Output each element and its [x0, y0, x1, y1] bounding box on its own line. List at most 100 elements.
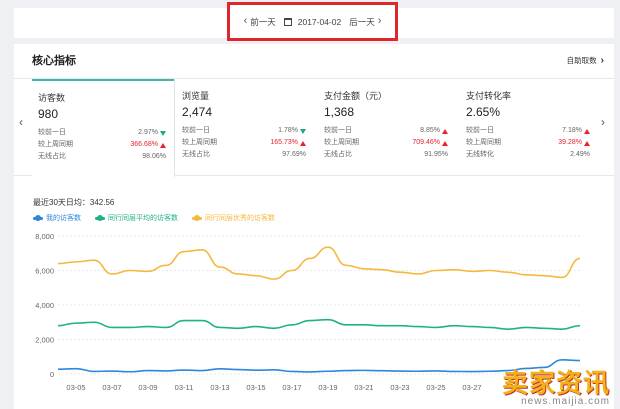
legend-marker-icon [192, 215, 202, 221]
metric-row: 无线占比 97.69% [182, 149, 306, 161]
row-label: 较上周同期 [182, 139, 217, 146]
legend-label: 我的访客数 [46, 215, 81, 222]
metric-row: 较前一日 8.85% [324, 125, 448, 137]
row-label: 无线占比 [182, 151, 210, 158]
date-picker[interactable]: 2017-04-02 [283, 16, 342, 27]
legend-label: 同行同层平均的访客数 [108, 215, 178, 222]
next-day-label: 后一天 [349, 16, 375, 27]
chart-legend: 我的访客数 同行同层平均的访客数 同行同层优秀的访客数 [33, 213, 275, 223]
row-value: 366.68% [130, 141, 158, 148]
next-day-button[interactable]: 后一天 › [349, 16, 381, 28]
metric-row: 较上周同期 709.46% [324, 137, 448, 149]
x-tick-label: 03-09 [138, 383, 157, 392]
legend-item-my-visitors[interactable]: 我的访客数 [33, 213, 81, 223]
row-value: 2.97% [138, 129, 158, 136]
series-line-2[interactable] [57, 246, 581, 280]
metric-card-conversion-rate[interactable]: 支付转化率 2.65% 较前一日 7.18% 较上周同期 39.28% 无线转化 2.… [460, 79, 598, 177]
row-value: 98.06% [142, 153, 166, 160]
metric-row: 较上周同期 165.73% [182, 137, 306, 149]
arrow-up-icon [442, 128, 448, 134]
metric-value: 2,474 [182, 105, 213, 119]
self-fetch-label: 自助取数 [566, 55, 597, 65]
metric-value: 980 [38, 107, 59, 121]
thirty-day-average: 最近30天日均：342.56 [33, 198, 115, 207]
metric-card-payment-amount[interactable]: 支付金额（元） 1,368 较前一日 8.85% 较上周同期 709.46% 无线占… [318, 79, 456, 177]
watermark-logo: 卖家资讯 [501, 369, 610, 399]
self-fetch-link[interactable]: 自助取数 › [567, 55, 604, 66]
x-tick-label: 03-05 [66, 383, 85, 392]
row-label: 较前一日 [324, 127, 352, 134]
row-label: 无线占比 [324, 151, 352, 158]
row-label: 较前一日 [182, 127, 210, 134]
metric-row: 较上周同期 366.68% [38, 139, 166, 151]
arrow-down-icon [160, 130, 166, 136]
x-tick-label: 03-17 [282, 383, 301, 392]
metric-name: 支付转化率 [466, 91, 512, 101]
row-value: 2.49% [570, 151, 590, 158]
arrow-up-icon [442, 140, 448, 146]
date-selector: ‹ 前一天 2017-04-02 后一天 › [227, 2, 398, 41]
row-label: 无线转化 [466, 151, 494, 158]
row-label: 较前一日 [466, 127, 494, 134]
metric-row: 较前一日 7.18% [466, 125, 590, 137]
legend-item-peer-excellent[interactable]: 同行同层优秀的访客数 [192, 213, 275, 223]
x-tick-label: 03-11 [175, 383, 194, 392]
legend-item-peer-average[interactable]: 同行同层平均的访客数 [95, 213, 178, 223]
panel-title: 核心指标 [32, 55, 76, 67]
x-tick-label: 03-21 [354, 383, 373, 392]
arrow-up-icon [584, 140, 590, 146]
legend-marker-icon [33, 215, 43, 221]
legend-marker-icon [95, 215, 105, 221]
chevron-right-icon: › [377, 15, 382, 27]
scroll-left-arrow-icon[interactable]: ‹ [19, 115, 23, 129]
row-value: 39.28% [558, 139, 582, 146]
x-tick-label: 03-07 [102, 383, 121, 392]
metrics-row: ‹ 访客数 980 较前一日 2.97% 较上周同期 366.68% 无线占比 98.… [14, 78, 614, 177]
metric-name: 浏览量 [182, 91, 210, 101]
metric-card-visitors[interactable]: 访客数 980 较前一日 2.97% 较上周同期 366.68% 无线占比 98.06… [32, 79, 174, 177]
row-label: 较前一日 [38, 129, 66, 136]
row-value: 7.18% [562, 127, 582, 134]
row-value: 1.78% [278, 127, 298, 134]
x-tick-label: 03-13 [210, 383, 229, 392]
arrow-up-icon [300, 140, 306, 146]
row-value: 97.69% [282, 151, 306, 158]
metric-name: 访客数 [38, 93, 66, 103]
y-tick-label: 6,000 [35, 267, 54, 276]
metric-row: 无线占比 91.95% [324, 149, 448, 161]
metric-row: 较前一日 1.78% [182, 125, 306, 137]
metric-name: 支付金额（元） [324, 91, 388, 101]
row-label: 无线占比 [38, 153, 66, 160]
calendar-icon [283, 17, 292, 26]
row-label: 较上周同期 [324, 139, 359, 146]
row-value: 709.46% [412, 139, 440, 146]
metric-value: 1,368 [324, 105, 355, 119]
metric-row: 无线占比 98.06% [38, 151, 166, 163]
metric-card-pageviews[interactable]: 浏览量 2,474 较前一日 1.78% 较上周同期 165.73% 无线占比 97.… [176, 79, 314, 177]
row-value: 165.73% [270, 139, 298, 146]
x-tick-label: 03-27 [462, 383, 481, 392]
prev-day-button[interactable]: ‹ 前一天 [244, 16, 276, 28]
chevron-right-icon: › [600, 54, 604, 66]
metric-row: 无线转化 2.49% [466, 149, 590, 161]
arrow-down-icon [300, 128, 306, 134]
core-metrics-panel: 核心指标 自助取数 › ‹ 访客数 980 较前一日 2.97% 较上周同期 366… [14, 44, 614, 409]
row-label: 较上周同期 [38, 141, 73, 148]
legend-label: 同行同层优秀的访客数 [205, 215, 275, 222]
scroll-right-arrow-icon[interactable]: › [601, 115, 605, 129]
chevron-left-icon: ‹ [243, 15, 248, 27]
y-tick-label: 8,000 [35, 232, 54, 241]
current-date: 2017-04-02 [297, 16, 342, 27]
metric-value: 2.65% [466, 105, 501, 119]
metric-row: 较前一日 2.97% [38, 127, 166, 139]
row-value: 8.85% [420, 127, 440, 134]
y-tick-label: 0 [50, 370, 54, 379]
arrow-up-icon [584, 128, 590, 134]
row-label: 较上周同期 [466, 139, 501, 146]
prev-day-label: 前一天 [250, 16, 276, 27]
series-line-1[interactable] [57, 318, 581, 330]
x-tick-label: 03-19 [318, 383, 337, 392]
x-tick-label: 03-15 [246, 383, 265, 392]
x-tick-label: 03-25 [426, 383, 445, 392]
arrow-up-icon [160, 142, 166, 148]
